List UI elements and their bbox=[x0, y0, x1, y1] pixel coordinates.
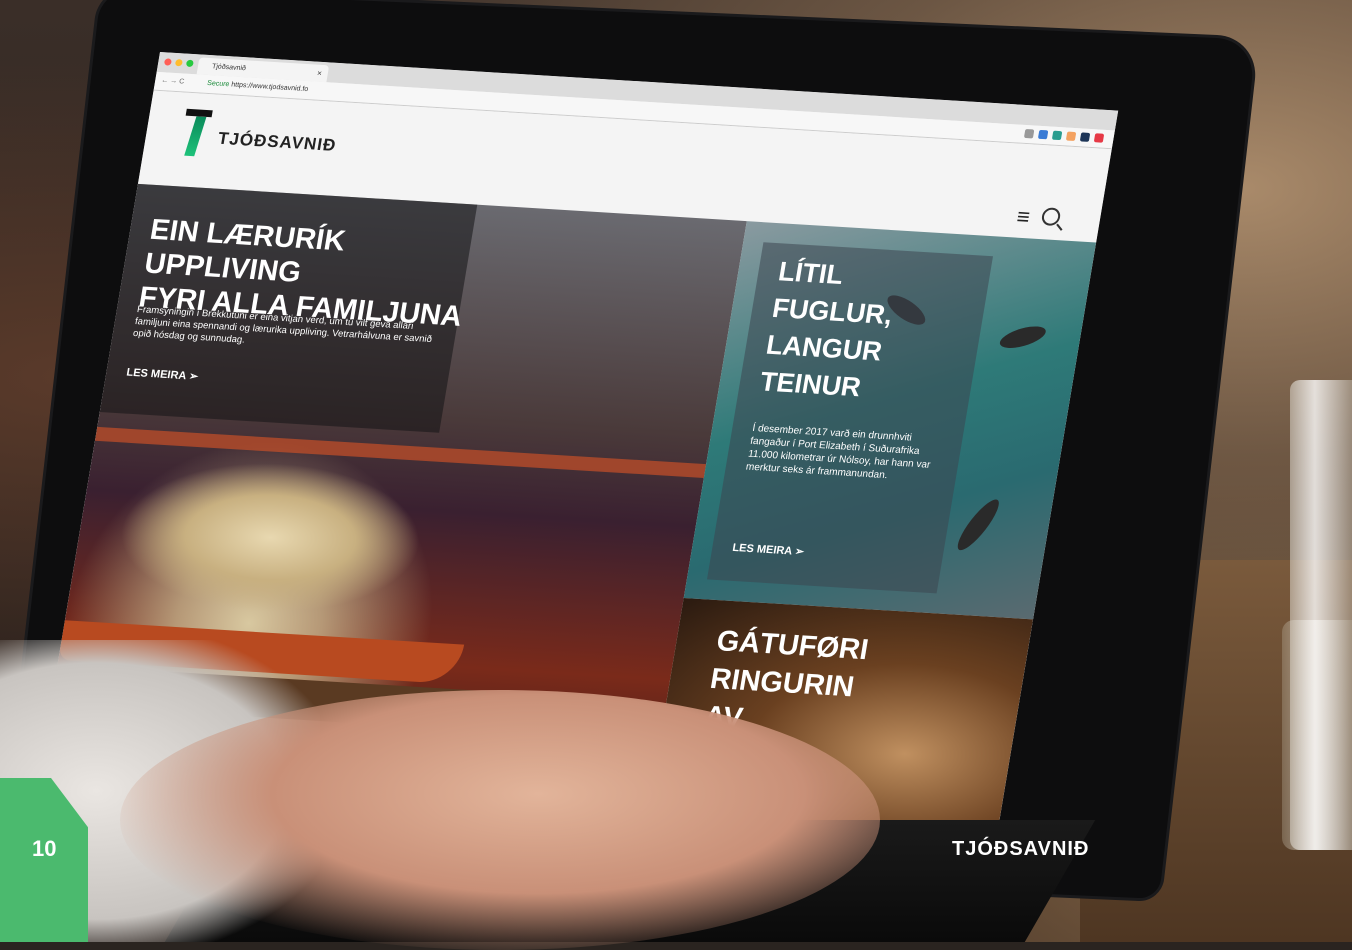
bird-image bbox=[951, 495, 1005, 555]
extension-icon[interactable] bbox=[1051, 130, 1063, 141]
page-number: 10 bbox=[32, 836, 57, 861]
bird-image bbox=[998, 322, 1048, 353]
whale-skeleton-image bbox=[108, 454, 433, 622]
url-text: https://www.tjodsavnid.fo bbox=[230, 81, 309, 94]
bird-feature-card[interactable]: LÍTIL FUGLUR, LANGUR TEINUR Í desember 2… bbox=[683, 221, 1097, 620]
extension-icon[interactable] bbox=[1037, 129, 1049, 140]
extension-icon[interactable] bbox=[1093, 133, 1105, 143]
hamburger-icon[interactable]: ≡ bbox=[1015, 204, 1032, 231]
minimize-window-icon[interactable] bbox=[174, 58, 183, 67]
window-controls bbox=[163, 58, 194, 68]
gallery-stripe bbox=[94, 426, 707, 478]
tab-close-icon[interactable]: × bbox=[316, 65, 323, 82]
hands bbox=[120, 690, 880, 950]
search-icon[interactable] bbox=[1040, 207, 1062, 227]
site-name[interactable]: TJÓÐSAVNIÐ bbox=[216, 129, 338, 156]
maximize-window-icon[interactable] bbox=[185, 59, 194, 68]
tab-title: Tjóðsavnið bbox=[211, 63, 247, 73]
footer-brand: TJÓÐSAVNIÐ bbox=[952, 838, 1090, 860]
star-icon[interactable] bbox=[1023, 128, 1035, 139]
site-logo[interactable] bbox=[179, 108, 213, 158]
card-title: LÍTIL FUGLUR, LANGUR TEINUR bbox=[757, 253, 981, 412]
extension-icon[interactable] bbox=[1065, 131, 1077, 142]
logo-stem bbox=[184, 116, 207, 157]
extension-icon[interactable] bbox=[1079, 132, 1091, 142]
secure-label: Secure bbox=[206, 79, 230, 89]
glass-bottle bbox=[1290, 380, 1352, 850]
close-window-icon[interactable] bbox=[163, 58, 172, 66]
nav-buttons[interactable]: ← → C bbox=[160, 72, 186, 91]
extension-icons bbox=[1023, 128, 1105, 143]
